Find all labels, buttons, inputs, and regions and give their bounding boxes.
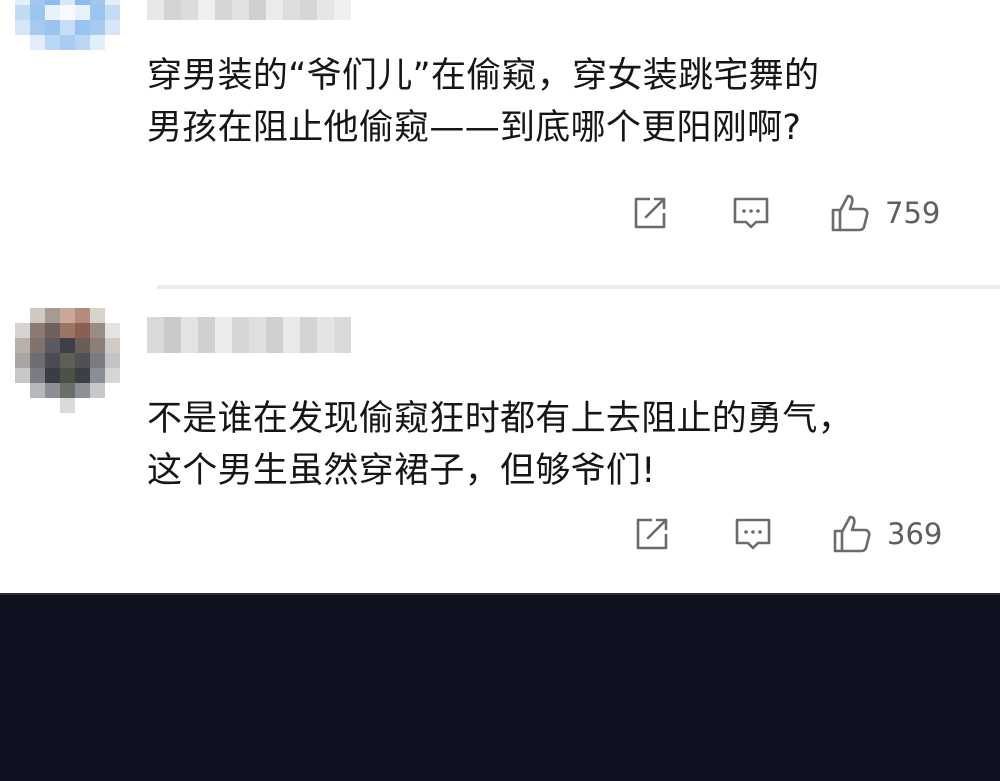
reply-button[interactable]: [733, 512, 773, 556]
thumbs-up-icon: [833, 515, 871, 553]
reply-button[interactable]: [731, 191, 771, 235]
reply-icon: [735, 518, 771, 550]
avatar[interactable]: [15, 308, 120, 413]
comment-text: 不是谁在发现偷窥狂时都有上去阻止的勇气， 这个男生虽然穿裙子，但够爷们!: [147, 399, 854, 491]
thumbs-up-icon: [831, 194, 869, 232]
share-icon: [636, 518, 668, 550]
comment-actions: 759: [0, 191, 1000, 235]
like-button[interactable]: 369: [831, 512, 942, 556]
comment-text: 穿男装的“爷们儿”在偷窥，穿女装跳宅舞的 男孩在阻止他偷窥——到底哪个更阳刚啊?: [147, 56, 820, 148]
share-icon: [634, 197, 666, 229]
bottom-bar: [0, 595, 1000, 781]
share-button[interactable]: [630, 191, 670, 235]
username-blurred[interactable]: [147, 317, 351, 353]
share-button[interactable]: [632, 512, 672, 556]
like-button[interactable]: 759: [829, 191, 940, 235]
comment-actions: 369: [0, 512, 1000, 556]
comment-item: 不是谁在发现偷窥狂时都有上去阻止的勇气， 这个男生虽然穿裙子，但够爷们! 369: [0, 290, 1000, 595]
like-count: 369: [887, 517, 943, 551]
username-blurred[interactable]: [147, 0, 351, 20]
reply-icon: [733, 197, 769, 229]
avatar[interactable]: [15, 0, 120, 80]
comment-divider: [157, 285, 1000, 289]
comment-item: 穿男装的“爷们儿”在偷窥，穿女装跳宅舞的 男孩在阻止他偷窥——到底哪个更阳刚啊?…: [0, 0, 1000, 290]
like-count: 759: [885, 196, 941, 230]
